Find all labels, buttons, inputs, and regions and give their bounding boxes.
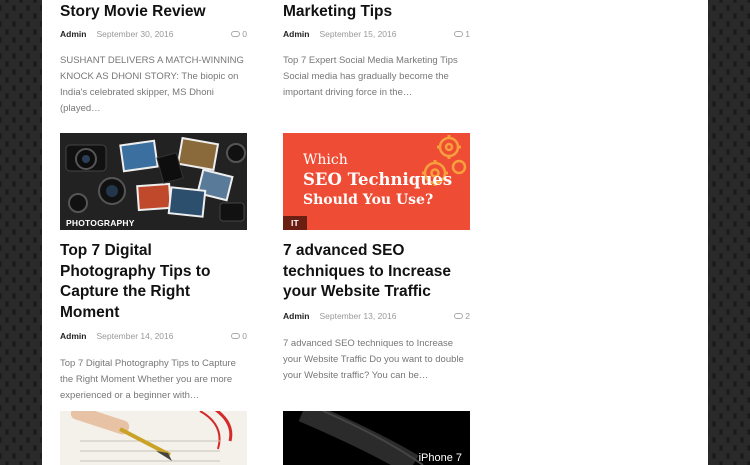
post-date: September 14, 2016 bbox=[96, 331, 174, 341]
post-date: September 30, 2016 bbox=[96, 28, 174, 39]
seo-image-line: SEO Techniques bbox=[303, 170, 453, 189]
post-thumbnail-seo[interactable]: Which SEO Techniques Should You Use? IT bbox=[283, 133, 470, 230]
post-card: Top 7 Digital Photography Tips to Captur… bbox=[60, 241, 247, 404]
post-card: Story Movie Review Admin September 30, 2… bbox=[60, 2, 247, 117]
comment-count: 0 bbox=[242, 28, 247, 39]
post-date: September 13, 2016 bbox=[319, 310, 397, 321]
post-excerpt: Top 7 Digital Photography Tips to Captur… bbox=[60, 358, 236, 401]
post-title[interactable]: Story Movie Review bbox=[60, 2, 247, 23]
comment-count: 0 bbox=[242, 331, 247, 341]
post-meta: Admin September 14, 2016 0 bbox=[60, 330, 247, 342]
post-card: Marketing Tips Admin September 15, 2016 … bbox=[283, 2, 470, 101]
post-meta: Admin September 30, 2016 0 bbox=[60, 28, 247, 40]
category-badge[interactable]: IT bbox=[283, 216, 307, 230]
post-thumbnail-photography[interactable]: PHOTOGRAPHY bbox=[60, 133, 247, 230]
pen-signing-document-icon bbox=[60, 411, 247, 465]
post-comments[interactable]: 0 bbox=[231, 331, 247, 341]
post-thumbnail-document[interactable] bbox=[60, 411, 247, 465]
comment-icon bbox=[231, 30, 241, 37]
post-title[interactable]: Marketing Tips bbox=[283, 2, 470, 23]
post-comments[interactable]: 1 bbox=[454, 29, 470, 39]
post-author[interactable]: Admin bbox=[60, 29, 86, 39]
post-excerpt: 7 advanced SEO techniques to Increase yo… bbox=[283, 337, 464, 381]
post-comments[interactable]: 2 bbox=[454, 311, 470, 321]
post-meta: Admin September 13, 2016 2 bbox=[283, 310, 470, 322]
comment-icon bbox=[231, 333, 241, 339]
category-badge[interactable]: PHOTOGRAPHY bbox=[60, 216, 141, 230]
post-comments[interactable]: 0 bbox=[231, 29, 247, 39]
post-author[interactable]: Admin bbox=[283, 29, 309, 39]
comment-icon bbox=[454, 312, 464, 319]
post-date: September 15, 2016 bbox=[319, 28, 397, 39]
post-author[interactable]: Admin bbox=[60, 331, 86, 341]
content-area: Story Movie Review Admin September 30, 2… bbox=[42, 0, 708, 465]
comment-count: 2 bbox=[465, 310, 470, 321]
post-title[interactable]: 7 advanced SEO techniques to Increase yo… bbox=[283, 241, 470, 303]
post-title[interactable]: Top 7 Digital Photography Tips to Captur… bbox=[60, 241, 247, 323]
seo-image-line: Should You Use? bbox=[303, 192, 434, 208]
seo-image-line: Which bbox=[303, 152, 348, 168]
post-thumbnail-iphone[interactable]: iPhone 7 bbox=[283, 411, 470, 465]
comment-count: 1 bbox=[465, 28, 470, 39]
iphone-image-text: iPhone 7 bbox=[418, 452, 462, 464]
post-meta: Admin September 15, 2016 1 bbox=[283, 28, 470, 40]
seo-image-text: Which SEO Techniques Should You Use? bbox=[303, 150, 452, 210]
comment-icon bbox=[454, 30, 464, 37]
post-excerpt: Top 7 Expert Social Media Marketing Tips… bbox=[283, 54, 458, 98]
post-excerpt: SUSHANT DELIVERS A MATCH-WINNING KNOCK A… bbox=[60, 54, 244, 114]
post-card: 7 advanced SEO techniques to Increase yo… bbox=[283, 241, 470, 384]
post-author[interactable]: Admin bbox=[283, 311, 309, 321]
